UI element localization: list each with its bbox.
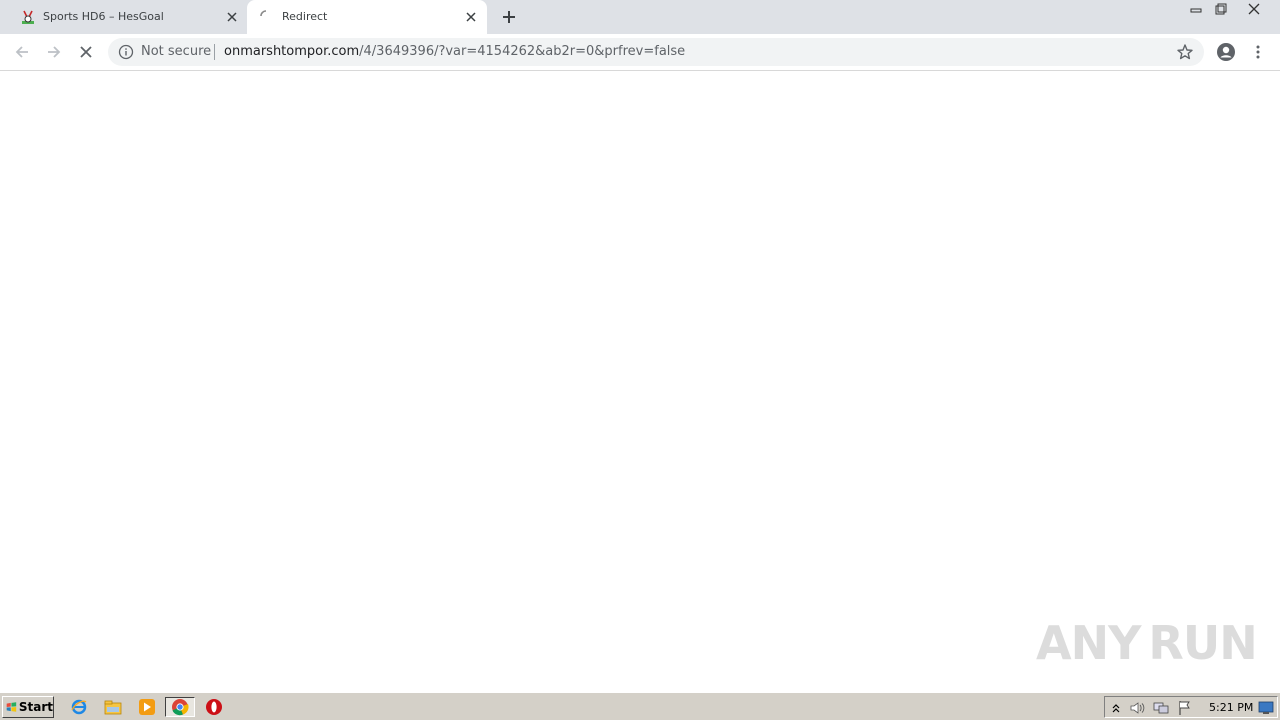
show-desktop-icon[interactable] bbox=[1258, 700, 1274, 716]
tab-redirect[interactable]: Redirect bbox=[247, 0, 487, 34]
close-icon bbox=[1248, 3, 1260, 15]
bookmark-star-icon[interactable] bbox=[1176, 43, 1194, 61]
plus-icon bbox=[503, 11, 515, 23]
hesgoal-favicon bbox=[20, 9, 36, 25]
url-host: onmarshtompor.com bbox=[224, 44, 360, 59]
minimize-icon bbox=[1190, 8, 1202, 13]
back-button[interactable] bbox=[10, 40, 34, 64]
watermark-right: RUN bbox=[1148, 616, 1257, 670]
profile-button[interactable] bbox=[1214, 40, 1238, 64]
restore-button[interactable] bbox=[1209, 0, 1233, 18]
url-text[interactable]: onmarshtompor.com/4/3649396/?var=4154262… bbox=[224, 44, 685, 59]
file-explorer-icon[interactable] bbox=[102, 697, 124, 717]
forward-icon bbox=[48, 46, 61, 58]
menu-button[interactable] bbox=[1246, 40, 1270, 64]
tab-title: Sports HD6 – HesGoal bbox=[43, 10, 164, 23]
clock[interactable]: 5:21 PM bbox=[1209, 701, 1253, 714]
tab-title: Redirect bbox=[282, 10, 328, 23]
address-bar[interactable]: Not secure onmarshtompor.com/4/3649396/?… bbox=[108, 38, 1204, 66]
restore-icon bbox=[1215, 3, 1227, 15]
system-tray: 5:21 PM bbox=[1104, 696, 1278, 718]
browser-toolbar: Not secure onmarshtompor.com/4/3649396/?… bbox=[0, 34, 1280, 71]
show-hidden-icon[interactable] bbox=[1108, 700, 1124, 716]
internet-explorer-icon[interactable] bbox=[68, 697, 90, 717]
taskbar: Start 5:21 PM bbox=[0, 692, 1280, 720]
separator bbox=[214, 44, 215, 60]
start-label: Start bbox=[18, 700, 53, 714]
minimize-button[interactable] bbox=[1184, 0, 1208, 18]
security-label[interactable]: Not secure bbox=[141, 44, 211, 59]
watermark-left: ANY bbox=[1036, 616, 1141, 670]
windows-logo-icon bbox=[6, 702, 17, 712]
media-player-icon[interactable] bbox=[136, 697, 158, 717]
anyrun-watermark: ANY RUN bbox=[1036, 608, 1258, 678]
page-content: ANY RUN bbox=[0, 72, 1280, 692]
close-tab-icon[interactable] bbox=[463, 9, 479, 25]
back-icon bbox=[15, 46, 28, 58]
opera-icon[interactable] bbox=[203, 697, 225, 717]
volume-icon[interactable] bbox=[1129, 700, 1145, 716]
stop-loading-icon bbox=[80, 46, 92, 58]
tab-sports-hd6[interactable]: Sports HD6 – HesGoal bbox=[0, 0, 246, 34]
loading-spinner-icon bbox=[258, 8, 274, 24]
network-icon[interactable] bbox=[1153, 700, 1169, 716]
action-center-flag-icon[interactable] bbox=[1177, 700, 1193, 716]
close-window-button[interactable] bbox=[1235, 0, 1273, 18]
forward-button[interactable] bbox=[42, 40, 66, 64]
start-button[interactable]: Start bbox=[2, 696, 54, 718]
info-icon[interactable] bbox=[118, 44, 134, 60]
stop-loading-button[interactable] bbox=[74, 40, 98, 64]
tab-strip: Sports HD6 – HesGoal Redirect bbox=[0, 0, 1280, 34]
chrome-icon[interactable] bbox=[165, 697, 195, 717]
new-tab-button[interactable] bbox=[499, 7, 519, 27]
url-path: /4/3649396/?var=4154262&ab2r=0&prfrev=fa… bbox=[359, 44, 686, 59]
profile-icon bbox=[1217, 43, 1235, 61]
close-tab-icon[interactable] bbox=[224, 9, 240, 25]
menu-dots-icon bbox=[1256, 45, 1260, 59]
